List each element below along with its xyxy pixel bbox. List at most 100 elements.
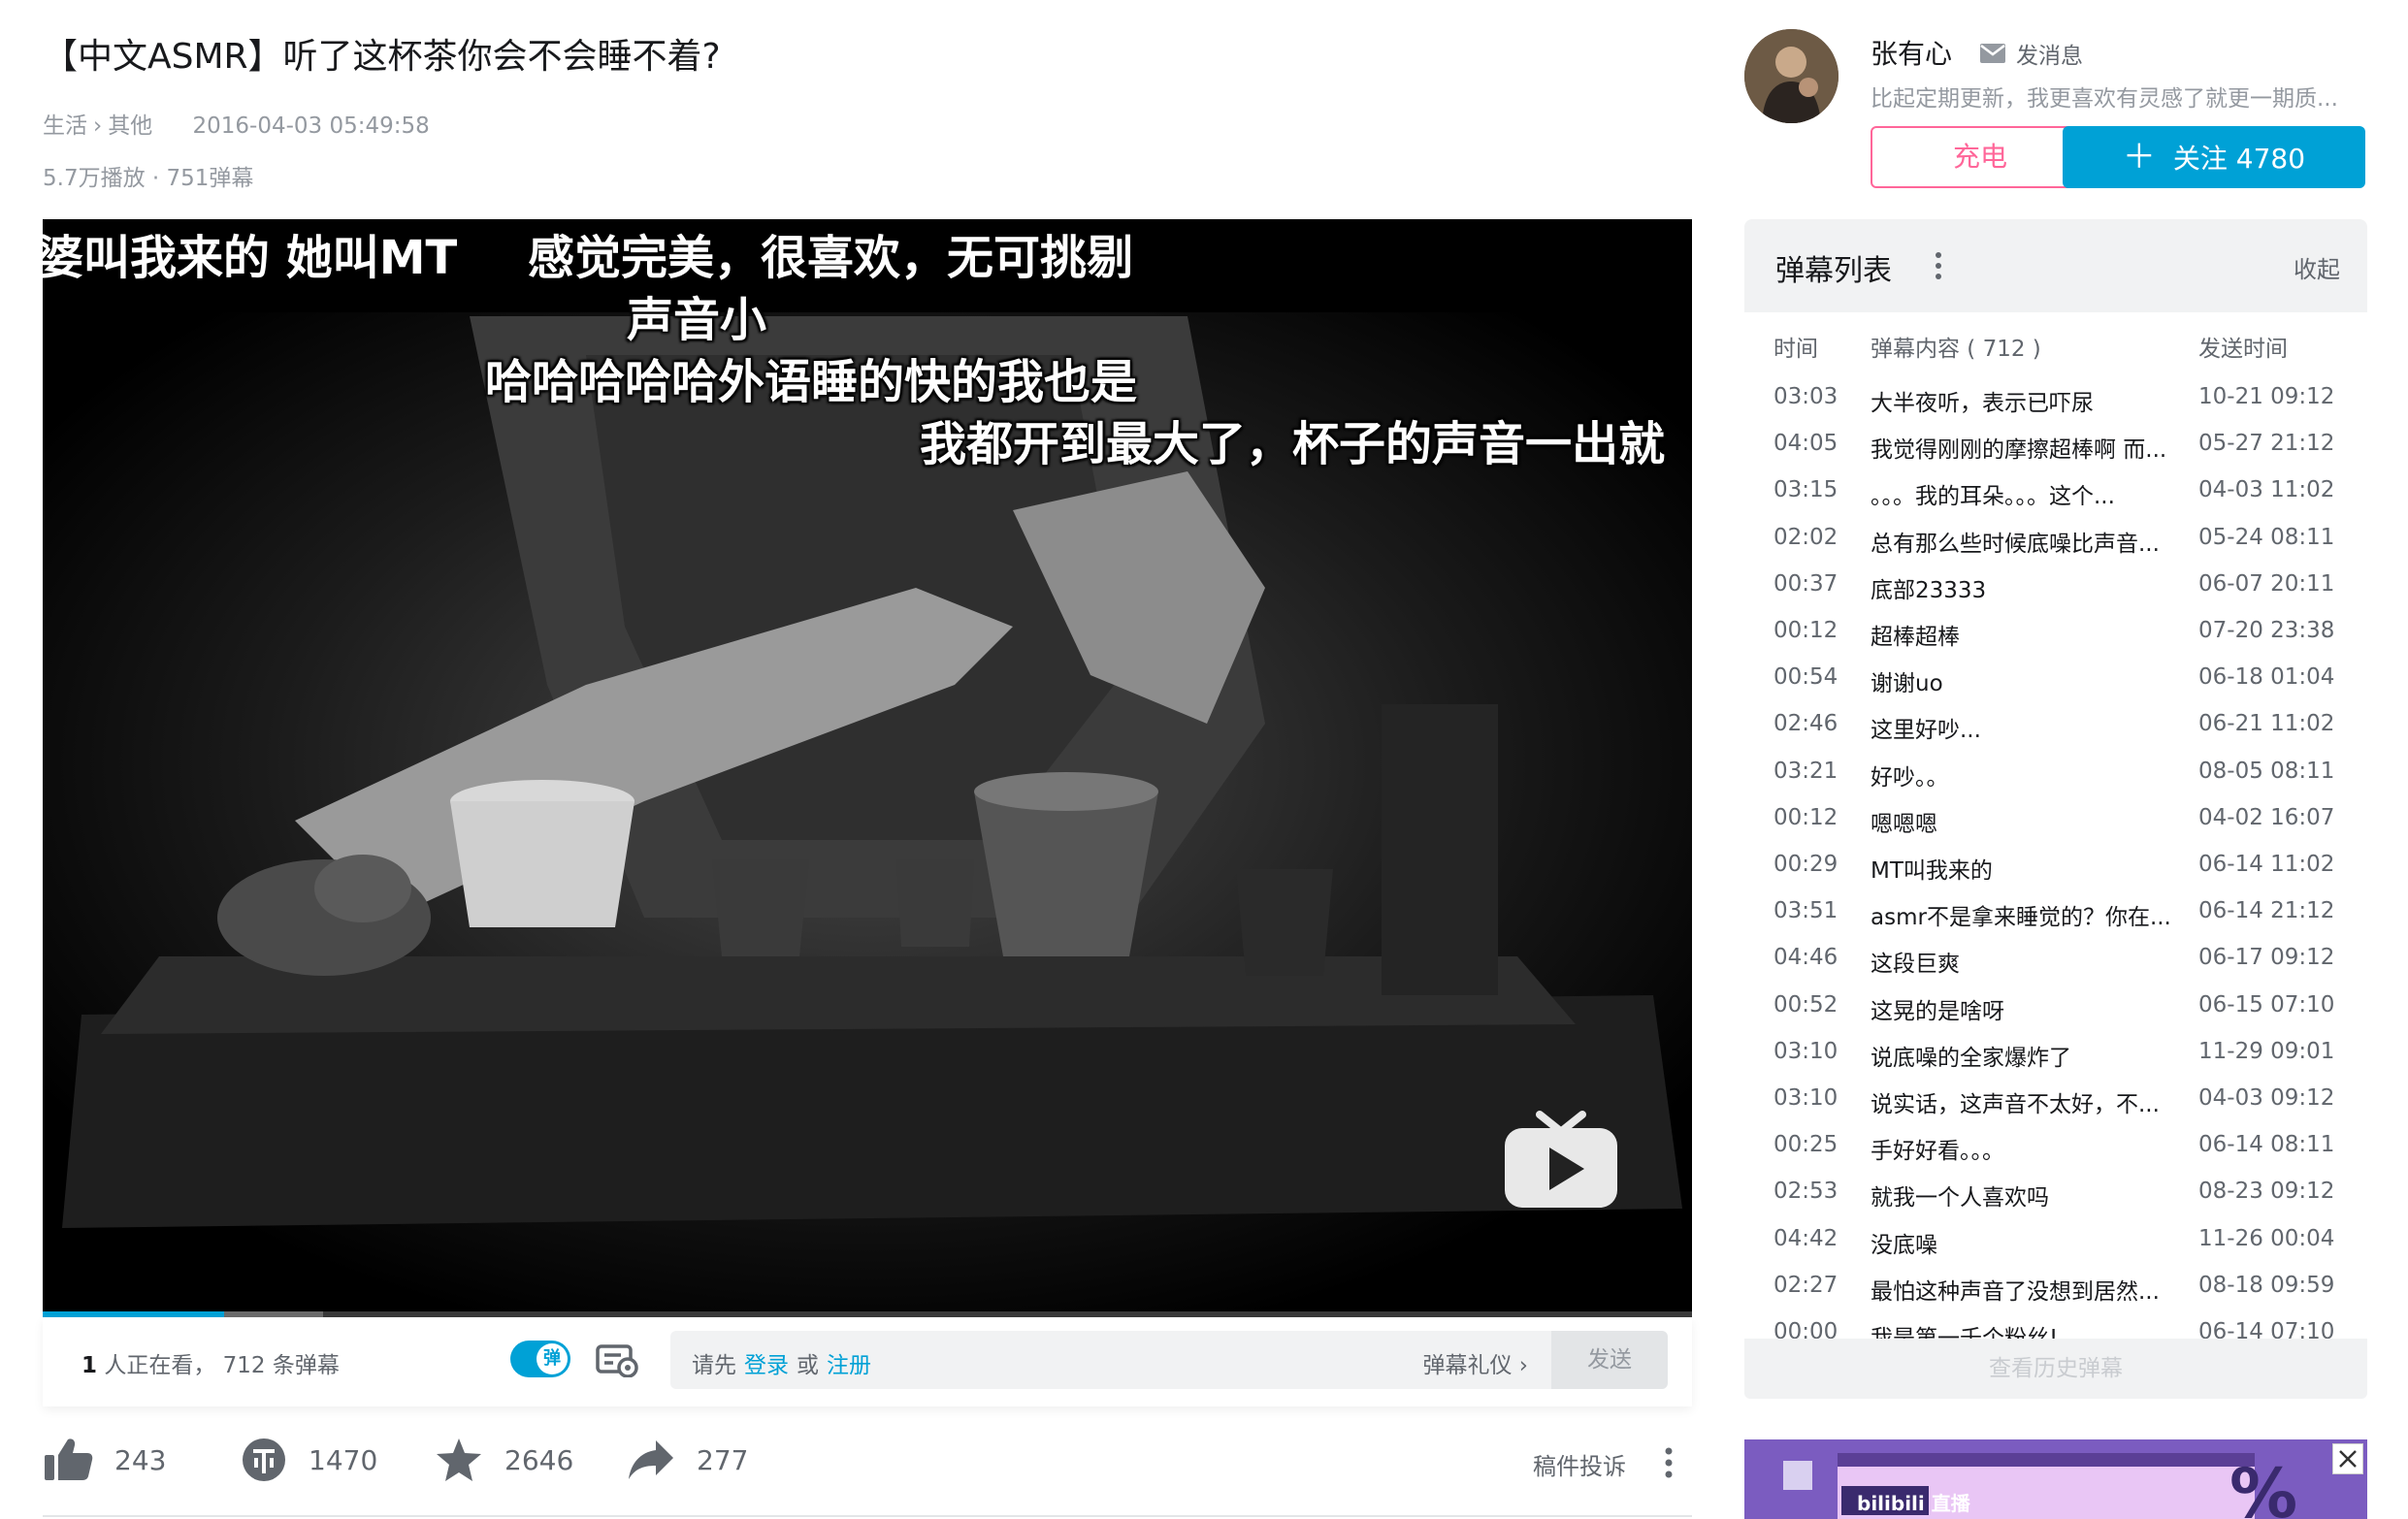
thumbs-up-icon xyxy=(45,1438,93,1480)
danmaku-list-row[interactable]: 00:29 MT叫我来的 06-14 11:02 xyxy=(1744,842,2367,889)
danmaku-input[interactable]: 请先 登录或注册 弹幕礼仪 › xyxy=(670,1331,1551,1389)
uploader-name[interactable]: 张有心 xyxy=(1871,33,1952,72)
ad-brand: bilibili 直播 xyxy=(1857,1492,1970,1515)
coin-button[interactable]: 1470 xyxy=(241,1431,377,1489)
danmaku-overlay-text: 哈哈哈哈哈外语睡的快的我也是 xyxy=(485,355,1138,409)
danmaku-list-rows[interactable]: 03:03 大半夜听，表示已吓尿 10-21 09:12 04:05 我觉得刚刚的摩擦超… xyxy=(1744,374,2367,1492)
danmaku-list-row[interactable]: 00:12 超棒超棒 07-20 23:38 xyxy=(1744,608,2367,655)
danmaku-list-row[interactable]: 00:37 底部23333 06-07 20:11 xyxy=(1744,562,2367,608)
follow-button[interactable]: ＋ 关注 4780 xyxy=(2063,126,2365,188)
row-content: 就我一个人喜欢吗 xyxy=(1871,1185,2049,1212)
uploader-bio: 比起定期更新，我更喜欢有灵感了就更一期质... xyxy=(1871,86,2338,112)
login-prompt: 请先 登录或注册 xyxy=(692,1346,879,1379)
category-main-link[interactable]: 生活 xyxy=(43,113,87,139)
prompt-or: 或 xyxy=(797,1353,819,1378)
row-sent-time: 06-18 01:04 xyxy=(2198,664,2335,691)
danmaku-list-row[interactable]: 00:25 手好好看。。。 06-14 08:11 xyxy=(1744,1122,2367,1169)
row-content: 我觉得刚刚的摩擦超棒啊 而... xyxy=(1871,437,2167,464)
danmaku-list-row[interactable]: 02:53 就我一个人喜欢吗 08-23 09:12 xyxy=(1744,1169,2367,1215)
collapse-button[interactable]: 收起 xyxy=(2294,250,2340,284)
danmaku-settings-icon[interactable] xyxy=(596,1342,638,1377)
danmaku-list-header[interactable]: 弹幕列表 收起 xyxy=(1744,219,2367,312)
video-player[interactable]: 婆叫我来的 她叫MT 感觉完美，很喜欢，无可挑剔 声音小 哈哈哈哈哈外语睡的快的… xyxy=(43,219,1692,1313)
row-time: 03:21 xyxy=(1773,758,1839,784)
danmaku-list-row[interactable]: 04:05 我觉得刚刚的摩擦超棒啊 而... 05-27 21:12 xyxy=(1744,421,2367,468)
row-time: 02:27 xyxy=(1773,1272,1839,1298)
favorite-button[interactable]: 2646 xyxy=(435,1431,573,1489)
danmaku-list-row[interactable]: 02:46 这里好吵... 06-21 11:02 xyxy=(1744,701,2367,748)
row-time: 02:46 xyxy=(1773,711,1839,737)
row-time: 04:42 xyxy=(1773,1225,1839,1251)
viewer-suffix: 人正在看， xyxy=(97,1353,216,1378)
share-icon xyxy=(629,1440,673,1479)
danmaku-list-columns: 时间 弹幕内容 ( 712 ) 发送时间 xyxy=(1744,312,2367,374)
row-sent-time: 05-24 08:11 xyxy=(2198,524,2335,550)
publish-time: 2016-04-03 05:49:58 xyxy=(192,113,430,139)
like-button[interactable]: 243 xyxy=(43,1431,166,1489)
row-sent-time: 04-02 16:07 xyxy=(2198,804,2335,830)
danmaku-toggle-label: 弹 xyxy=(537,1343,568,1374)
login-link[interactable]: 登录 xyxy=(744,1353,789,1378)
star-icon xyxy=(437,1438,481,1481)
danmaku-list-row[interactable]: 02:02 总有那么些时候底噪比声音... 05-24 08:11 xyxy=(1744,515,2367,562)
danmaku-list-row[interactable]: 02:27 最怕这种声音了没想到居然... 08-18 09:59 xyxy=(1744,1263,2367,1309)
close-icon[interactable] xyxy=(2332,1443,2363,1474)
message-link[interactable]: 发消息 xyxy=(1979,37,2083,70)
danmaku-list-row[interactable]: 00:54 谢谢uo 06-18 01:04 xyxy=(1744,655,2367,701)
charge-button[interactable]: 充电 xyxy=(1871,126,2090,188)
row-content: 嗯嗯嗯 xyxy=(1871,811,1937,837)
ad-banner[interactable]: % bilibili 直播 xyxy=(1744,1439,2367,1519)
danmaku-list-row[interactable]: 03:10 说实话，这声音不太好，不... 04-03 09:12 xyxy=(1744,1076,2367,1122)
row-sent-time: 08-18 09:59 xyxy=(2198,1272,2335,1298)
danmaku-list-row[interactable]: 00:52 这晃的是啥呀 06-15 07:10 xyxy=(1744,983,2367,1029)
row-content: 这段巨爽 xyxy=(1871,952,1960,978)
row-sent-time: 11-29 09:01 xyxy=(2198,1038,2335,1064)
more-menu-icon[interactable] xyxy=(1661,1445,1676,1480)
register-link[interactable]: 注册 xyxy=(827,1353,871,1378)
danmaku-list-row[interactable]: 03:15 。。。我的耳朵。。。这个... 04-03 11:02 xyxy=(1744,468,2367,514)
row-time: 00:25 xyxy=(1773,1132,1839,1158)
column-sent-time[interactable]: 发送时间 xyxy=(2198,330,2288,363)
share-button[interactable]: 277 xyxy=(627,1431,748,1489)
danmaku-list-row[interactable]: 03:21 好吵。。 08-05 08:11 xyxy=(1744,749,2367,795)
video-stats: 5.7万播放 · 751弹幕 xyxy=(43,166,254,191)
danmaku-list-panel: 弹幕列表 收起 时间 弹幕内容 ( 712 ) 发送时间 03:03 大半夜听，表… xyxy=(1744,219,2367,1344)
danmaku-overlay-text: 声音小 xyxy=(627,293,767,347)
column-time[interactable]: 时间 xyxy=(1773,330,1818,363)
danmaku-list-row[interactable]: 00:12 嗯嗯嗯 04-02 16:07 xyxy=(1744,795,2367,842)
danmaku-list-row[interactable]: 03:03 大半夜听，表示已吓尿 10-21 09:12 xyxy=(1744,374,2367,421)
danmaku-count: 712 条弹幕 xyxy=(222,1353,340,1378)
chevron-right-icon: › xyxy=(93,113,103,139)
play-tv-icon[interactable] xyxy=(1503,1107,1619,1209)
row-sent-time: 06-14 21:12 xyxy=(2198,898,2335,924)
viewer-info: 1 人正在看， 712 条弹幕 xyxy=(81,1346,340,1379)
report-link[interactable]: 稿件投诉 xyxy=(1533,1447,1626,1481)
danmaku-list-row[interactable]: 03:10 说底噪的全家爆炸了 11-29 09:01 xyxy=(1744,1029,2367,1076)
row-time: 03:51 xyxy=(1773,898,1839,924)
send-button[interactable]: 发送 xyxy=(1551,1331,1668,1389)
etiquette-label: 弹幕礼仪 xyxy=(1422,1353,1513,1378)
column-content[interactable]: 弹幕内容 ( 712 ) xyxy=(1871,330,2041,363)
danmaku-list-row[interactable]: 04:46 这段巨爽 06-17 09:12 xyxy=(1744,935,2367,982)
danmaku-list-row[interactable]: 04:42 没底噪 11-26 00:04 xyxy=(1744,1216,2367,1263)
row-sent-time: 06-14 08:11 xyxy=(2198,1132,2335,1158)
favorite-count: 2646 xyxy=(504,1443,574,1476)
row-sent-time: 06-07 20:11 xyxy=(2198,570,2335,597)
row-time: 03:10 xyxy=(1773,1085,1839,1111)
category-sub-link[interactable]: 其他 xyxy=(108,113,152,139)
danmaku-list-row[interactable]: 03:51 asmr不是拿来睡觉的？你在... 06-14 21:12 xyxy=(1744,889,2367,935)
row-time: 00:52 xyxy=(1773,991,1839,1018)
row-sent-time: 06-21 11:02 xyxy=(2198,711,2335,737)
row-time: 00:12 xyxy=(1773,618,1839,643)
danmaku-toggle[interactable]: 弹 xyxy=(510,1341,570,1377)
row-content: 没底噪 xyxy=(1871,1232,1937,1258)
prompt-prefix: 请先 xyxy=(692,1353,736,1378)
row-time: 00:29 xyxy=(1773,852,1839,877)
history-danmaku-button[interactable]: 查看历史弹幕 xyxy=(1744,1339,2367,1399)
more-vertical-icon[interactable] xyxy=(1935,250,1942,281)
uploader-avatar[interactable] xyxy=(1744,29,1839,123)
row-content: asmr不是拿来睡觉的？你在... xyxy=(1871,905,2171,931)
row-content: 超棒超棒 xyxy=(1871,625,1960,650)
divider xyxy=(43,1515,1692,1517)
danmaku-etiquette-link[interactable]: 弹幕礼仪 › xyxy=(1422,1346,1528,1379)
